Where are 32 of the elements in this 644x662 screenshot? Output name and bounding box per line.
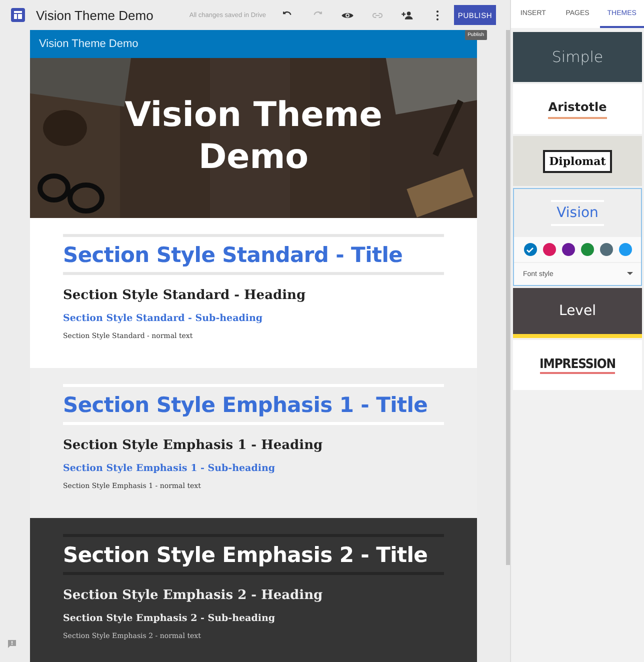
dropdown-caret-icon xyxy=(627,272,633,276)
color-swatch[interactable] xyxy=(542,243,556,256)
section-subheading: Section Style Standard - Sub-heading xyxy=(63,313,263,324)
theme-card[interactable]: Simple xyxy=(513,32,642,82)
theme-card[interactable]: Aristotle xyxy=(513,84,642,134)
section-heading: Section Style Emphasis 2 - Heading xyxy=(63,588,323,603)
theme-name: Vision xyxy=(550,200,604,226)
section-heading: Section Style Emphasis 1 - Heading xyxy=(63,438,323,453)
theme-name: Aristotle xyxy=(548,100,607,118)
app-icon[interactable] xyxy=(11,8,25,22)
hero-title: Vision Theme Demo xyxy=(124,94,384,178)
color-swatch[interactable] xyxy=(580,243,594,256)
document-title[interactable]: Vision Theme Demo xyxy=(36,8,154,22)
theme-card[interactable]: IMPRESSION xyxy=(513,340,642,390)
section-title: Section Style Standard - Title xyxy=(63,243,403,267)
section-title: Section Style Emphasis 1 - Title xyxy=(63,393,428,417)
theme-card[interactable]: Diplomat xyxy=(513,136,642,186)
check-icon xyxy=(526,246,534,254)
color-swatch[interactable] xyxy=(618,243,632,256)
color-swatch[interactable] xyxy=(562,243,574,256)
color-swatch[interactable] xyxy=(524,243,536,256)
section-heading: Section Style Standard - Heading xyxy=(63,288,306,303)
theme-card[interactable]: Level xyxy=(513,288,642,338)
theme-name: IMPRESSION xyxy=(540,356,616,374)
theme-name: Level xyxy=(559,303,596,319)
section-title: Section Style Emphasis 2 - Title xyxy=(63,543,428,567)
theme-name: Simple xyxy=(552,48,604,66)
theme-name: Diplomat xyxy=(543,150,612,172)
add-person-icon[interactable] xyxy=(400,8,414,22)
section-subheading: Section Style Emphasis 2 - Sub-heading xyxy=(63,613,276,624)
section-subheading: Section Style Emphasis 1 - Sub-heading xyxy=(63,463,276,474)
color-swatch[interactable] xyxy=(600,243,612,256)
